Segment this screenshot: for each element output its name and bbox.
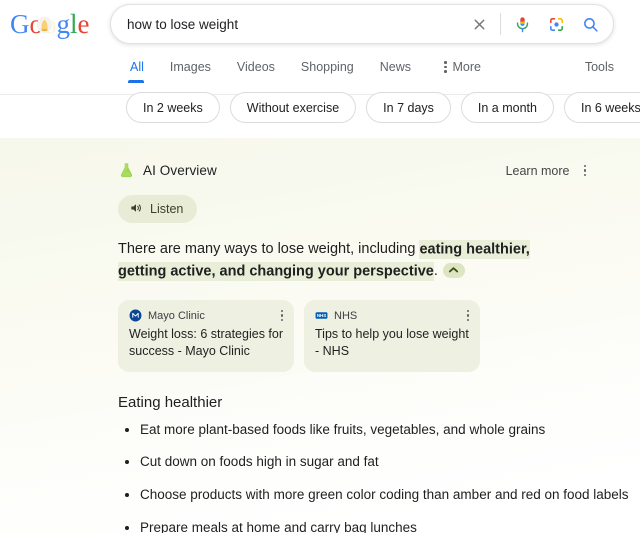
nhs-favicon: NHS (315, 309, 328, 322)
microphone-icon[interactable] (505, 7, 539, 41)
chip-in-2-weeks[interactable]: In 2 weeks (126, 92, 220, 123)
tab-news-label: News (380, 60, 411, 74)
tab-videos-label: Videos (237, 60, 275, 74)
source-card-more-options-icon[interactable] (275, 310, 284, 322)
search-bar[interactable] (110, 4, 614, 44)
source-card-title: Tips to help you lose weight - NHS (315, 326, 469, 361)
tab-videos[interactable]: Videos (224, 58, 288, 83)
tab-news[interactable]: News (367, 58, 424, 83)
ai-overview-source-cards: Mayo Clinic Weight loss: 6 strategies fo… (118, 300, 588, 372)
tab-shopping[interactable]: Shopping (288, 58, 367, 83)
tab-more[interactable]: More (424, 58, 494, 83)
google-logo[interactable]: Google (8, 6, 100, 44)
filter-chips: In 2 weeks Without exercise In 7 days In… (126, 92, 640, 123)
chip-in-6-weeks[interactable]: In 6 weeks (564, 92, 640, 123)
list-item: Eat more plant-based foods like fruits, … (118, 421, 588, 439)
source-card-publisher: Mayo Clinic (148, 310, 205, 322)
mayo-clinic-favicon (129, 309, 142, 322)
flask-icon (118, 162, 135, 179)
chip-in-7-days[interactable]: In 7 days (366, 92, 451, 123)
source-card-title: Weight loss: 6 strategies for success - … (129, 326, 283, 361)
tab-images-label: Images (170, 60, 211, 74)
page-header: Google (0, 0, 640, 50)
search-nav: All Images Videos Shopping News More Too… (0, 58, 640, 86)
section-heading: Eating healthier (118, 394, 588, 411)
source-card-publisher: NHS (334, 310, 357, 322)
chip-without-exercise[interactable]: Without exercise (230, 92, 356, 123)
ai-overview-paragraph: There are many ways to lose weight, incl… (118, 238, 560, 282)
listen-button[interactable]: Listen (118, 195, 197, 223)
ai-overview-more-options-icon[interactable] (582, 163, 589, 179)
tools-button[interactable]: Tools (585, 60, 614, 74)
chevron-up-icon[interactable] (443, 263, 465, 278)
source-card[interactable]: NHS NHS Tips to help you lose weight - N… (304, 300, 480, 372)
svg-text:NHS: NHS (317, 313, 326, 318)
chip-in-a-month[interactable]: In a month (461, 92, 554, 123)
tab-all[interactable]: All (128, 58, 157, 83)
search-submit-icon[interactable] (573, 7, 607, 41)
source-card-more-options-icon[interactable] (461, 310, 470, 322)
google-doodle-logo: Google (10, 10, 98, 40)
speaker-icon (129, 201, 143, 218)
list-item: Cut down on foods high in sugar and fat (118, 453, 588, 471)
paragraph-trail: . (434, 263, 438, 279)
ai-overview-title: AI Overview (143, 163, 217, 178)
list-item: Choose products with more green color co… (118, 486, 588, 504)
paragraph-lead: There are many ways to lose weight, incl… (118, 241, 419, 257)
list-item: Prepare meals at home and carry bag lunc… (118, 519, 588, 533)
tab-more-label: More (453, 60, 481, 74)
search-divider (500, 13, 501, 35)
tab-all-label: All (130, 60, 144, 74)
tab-images[interactable]: Images (157, 58, 224, 83)
listen-button-label: Listen (150, 202, 183, 216)
nav-tabs: All Images Videos Shopping News More (128, 58, 494, 83)
ai-overview-header: AI Overview Learn more (118, 162, 588, 179)
clear-search-icon[interactable] (462, 7, 496, 41)
google-lens-icon[interactable] (539, 7, 573, 41)
search-input[interactable] (111, 17, 462, 32)
more-options-icon (444, 61, 447, 73)
source-card[interactable]: Mayo Clinic Weight loss: 6 strategies fo… (118, 300, 294, 372)
ai-overview-panel: AI Overview Learn more Listen There are … (0, 138, 640, 533)
learn-more-link[interactable]: Learn more (506, 164, 570, 178)
eating-healthier-list: Eat more plant-based foods like fruits, … (118, 421, 588, 533)
tab-shopping-label: Shopping (301, 60, 354, 74)
